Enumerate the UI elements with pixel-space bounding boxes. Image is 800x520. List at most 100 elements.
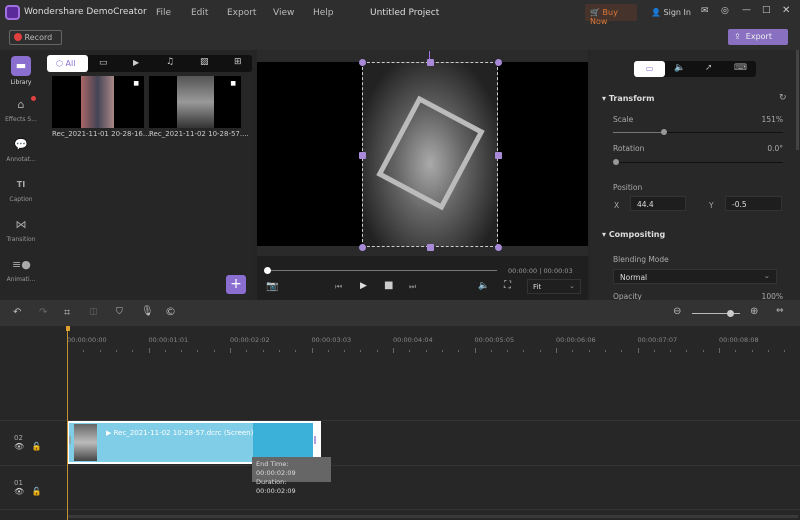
zoom-slider[interactable] bbox=[692, 310, 740, 317]
audio-props-icon[interactable]: 🔈 bbox=[674, 63, 685, 73]
resize-handle[interactable] bbox=[359, 151, 366, 159]
media-tabs: ⬡ All ▭ ▶ ♫ ▨ ⊞ bbox=[47, 55, 252, 72]
sidebar-item-animation[interactable]: ≡● Animati... bbox=[0, 257, 42, 283]
left-sidebar: ▬ Library ⌂ Effects S... 💬 Annotat... TI Cap… bbox=[0, 50, 42, 300]
sidebar-item-transition[interactable]: ⋈ Transition bbox=[0, 217, 42, 243]
ruler-tick-label: 00:00:07:07 bbox=[637, 336, 678, 344]
add-media-button[interactable]: + bbox=[226, 275, 246, 294]
eye-icon[interactable]: 👁 bbox=[14, 442, 24, 451]
resize-handle[interactable] bbox=[359, 244, 366, 251]
playhead-handle[interactable] bbox=[66, 326, 70, 331]
stop-icon[interactable]: ■ bbox=[384, 280, 393, 291]
tab-video-icon[interactable]: ▭ bbox=[99, 58, 108, 68]
seek-bar[interactable] bbox=[267, 270, 497, 271]
menu-help[interactable]: Help bbox=[313, 8, 334, 18]
sidebar-item-caption[interactable]: TI Caption bbox=[0, 177, 42, 203]
blending-mode-select[interactable]: Normal ⌄ bbox=[613, 269, 777, 284]
video-icon: ▭ bbox=[645, 64, 654, 73]
scrollbar[interactable] bbox=[796, 50, 799, 150]
ruler-tick-label: 00:00:06:06 bbox=[556, 336, 596, 344]
lock-icon[interactable]: 🔓 bbox=[32, 487, 42, 496]
next-frame-icon[interactable]: ⏭ bbox=[409, 282, 416, 292]
fit-select[interactable]: Fit ⌄ bbox=[527, 279, 581, 294]
zoom-out-icon[interactable]: ⊖ bbox=[673, 306, 681, 317]
menu-export[interactable]: Export bbox=[227, 8, 256, 18]
tab-video-props[interactable]: ▭ bbox=[634, 61, 665, 77]
snapshot-icon[interactable]: 📷 bbox=[266, 281, 278, 292]
lock-icon[interactable]: 🔓 bbox=[32, 442, 42, 451]
transform-title: Transform bbox=[608, 94, 655, 103]
ruler-tick-label: 00:00:04:04 bbox=[393, 336, 433, 344]
playhead[interactable] bbox=[67, 326, 68, 520]
fullscreen-icon[interactable]: ⛶ bbox=[504, 280, 511, 291]
sidebar-item-annotation[interactable]: 💬 Annotat... bbox=[0, 137, 42, 163]
fit-timeline-icon[interactable]: ⇔ bbox=[776, 306, 784, 316]
sidebar-item-library[interactable]: ▬ Library bbox=[0, 56, 42, 86]
split-icon[interactable]: ◫ bbox=[89, 307, 98, 317]
resize-handle[interactable] bbox=[359, 59, 366, 66]
tab-audio-icon[interactable]: ♫ bbox=[166, 57, 174, 67]
seek-handle[interactable] bbox=[264, 267, 271, 274]
support-icon[interactable]: ◎ bbox=[721, 6, 729, 16]
record-button[interactable]: Record bbox=[9, 30, 62, 45]
buy-now-button[interactable]: 🛒 Buy Now bbox=[585, 4, 637, 26]
cursor-props-icon[interactable]: ➚ bbox=[705, 63, 713, 73]
maximize-icon[interactable]: □ bbox=[762, 5, 771, 15]
clip-trim-left-handle[interactable]: ‖ bbox=[68, 435, 72, 444]
transform-header[interactable]: ▾ Transform bbox=[602, 94, 654, 103]
reset-icon[interactable]: ↻ bbox=[779, 93, 787, 103]
microphone-icon[interactable]: 🎙 bbox=[141, 306, 154, 317]
scale-slider[interactable] bbox=[613, 129, 783, 135]
ruler-tick-mark bbox=[490, 350, 492, 352]
media-item[interactable]: ■ Rec_2021-11-02 10-28-57.... bbox=[149, 76, 249, 140]
tab-screen-icon[interactable]: ▶ bbox=[133, 58, 139, 67]
media-item[interactable]: ■ Rec_2021-11-01 20-28-16.... bbox=[52, 76, 152, 140]
scale-slider-handle[interactable] bbox=[661, 129, 667, 135]
export-button[interactable]: ⇪ Export bbox=[728, 29, 788, 45]
play-icon[interactable]: ▶ bbox=[360, 281, 367, 291]
video-frame[interactable] bbox=[362, 62, 498, 247]
position-x-input[interactable]: 44.4 bbox=[630, 196, 686, 211]
ruler-tick-mark bbox=[327, 350, 329, 352]
ruler-tick-mark bbox=[132, 350, 134, 352]
copyright-icon[interactable]: © bbox=[165, 305, 176, 318]
prev-frame-icon[interactable]: ⏮ bbox=[335, 282, 342, 292]
clip-name: Rec_2021-11-02 10-28-57.dcrc (Screen) bbox=[113, 429, 254, 437]
tab-more-icon[interactable]: ⊞ bbox=[234, 57, 242, 67]
undo-icon[interactable]: ↶ bbox=[13, 307, 21, 318]
position-y-input[interactable]: -0.5 bbox=[725, 196, 782, 211]
eye-icon[interactable]: 👁 bbox=[14, 487, 24, 496]
clip-trim-right-handle[interactable]: ‖ bbox=[313, 435, 317, 444]
ruler-tick-mark bbox=[539, 350, 541, 352]
mail-icon[interactable]: ✉ bbox=[701, 6, 709, 16]
menu-edit[interactable]: Edit bbox=[191, 8, 208, 18]
resize-handle[interactable] bbox=[427, 244, 434, 251]
close-icon[interactable]: ✕ bbox=[782, 5, 790, 16]
zoom-in-icon[interactable]: ⊕ bbox=[750, 306, 758, 317]
sidebar-item-effects[interactable]: ⌂ Effects S... bbox=[0, 96, 42, 123]
ruler-tick-mark bbox=[653, 350, 655, 352]
ruler-tick-mark bbox=[556, 348, 557, 353]
rotation-slider-handle[interactable] bbox=[613, 159, 619, 165]
rotation-slider[interactable] bbox=[613, 159, 783, 165]
resize-handle[interactable] bbox=[427, 59, 434, 66]
time-ruler[interactable]: 00:00:00:00 00:00:01:01 00:00:02:02 00:00:0… bbox=[66, 326, 800, 366]
keyboard-props-icon[interactable]: ⌨ bbox=[734, 63, 747, 73]
tab-all[interactable]: ⬡ All bbox=[47, 55, 88, 72]
redo-icon[interactable]: ↷ bbox=[39, 307, 47, 318]
compositing-header[interactable]: ▾ Compositing bbox=[602, 230, 665, 239]
volume-icon[interactable]: 🔈 bbox=[478, 281, 489, 291]
menu-view[interactable]: View bbox=[273, 8, 294, 18]
position-label: Position bbox=[613, 183, 643, 192]
tab-image-icon[interactable]: ▨ bbox=[200, 57, 209, 67]
resize-handle[interactable] bbox=[495, 151, 502, 159]
menu-file[interactable]: File bbox=[156, 8, 171, 18]
minimize-icon[interactable]: — bbox=[742, 5, 751, 15]
sign-in-button[interactable]: 👤 Sign In bbox=[651, 8, 691, 17]
resize-handle[interactable] bbox=[495, 59, 502, 66]
crop-icon[interactable]: ⌗ bbox=[64, 306, 70, 320]
horizontal-scrollbar[interactable] bbox=[68, 515, 798, 518]
resize-handle[interactable] bbox=[495, 244, 502, 251]
zoom-slider-handle[interactable] bbox=[727, 310, 734, 317]
marker-icon[interactable]: ⛉ bbox=[116, 307, 123, 317]
